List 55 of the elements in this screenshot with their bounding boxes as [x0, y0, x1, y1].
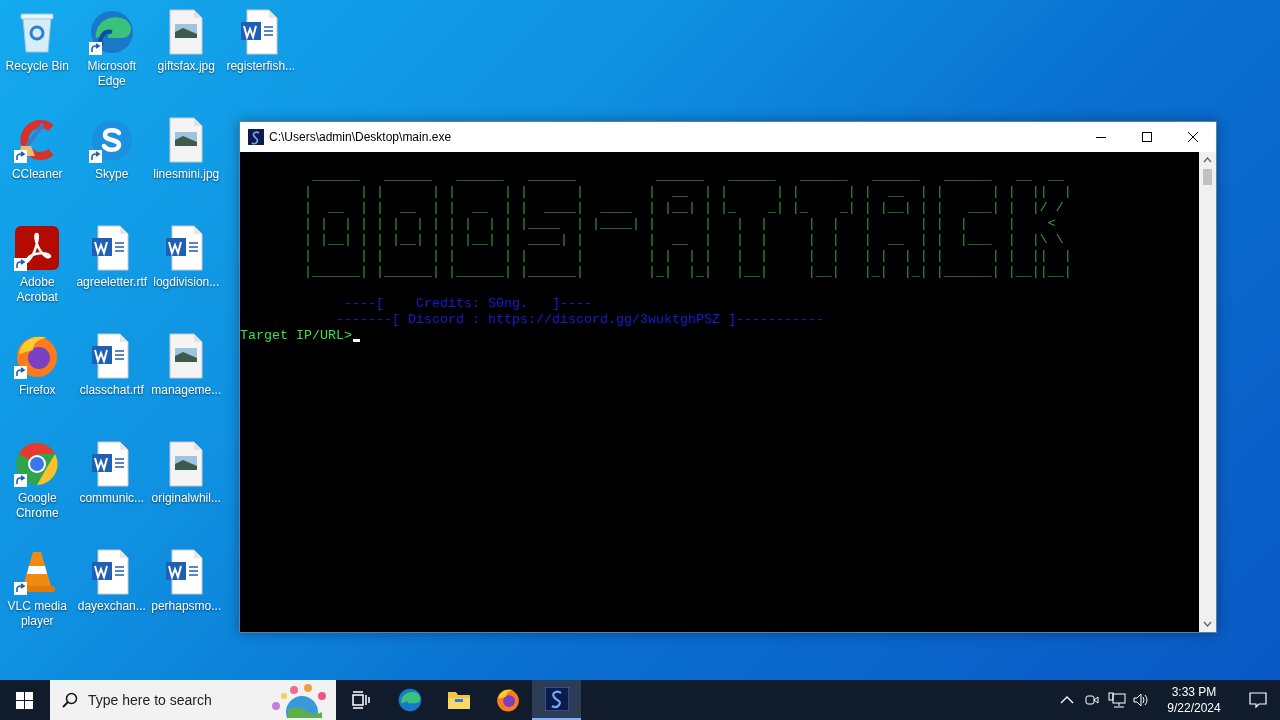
desktop-icon-label[interactable]: Microsoft Edge: [74, 59, 149, 89]
desktop-icon-label[interactable]: communic...: [74, 491, 149, 506]
clock-time: 3:33 PM: [1171, 684, 1217, 700]
ascii-banner-line: |______| |______| |______| |______| |_| |_| |__| |__| |_| |_| |______| |__||__|: [303, 264, 1072, 280]
desktop-icon-label[interactable]: logdivision...: [149, 275, 224, 290]
window-title: C:\Users\admin\Desktop\main.exe: [269, 129, 453, 146]
desktop-icon-label[interactable]: classchat.rtf: [74, 383, 149, 398]
camera-icon[interactable]: [1084, 692, 1100, 708]
ascii-banner-line: | __ | | __ | | __ | | ____| ____ | |__| | |_ _| |_ _| | |__| | | ___| | |/ /: [303, 200, 1064, 216]
folder-icon: [446, 689, 471, 711]
scroll-thumb[interactable]: [1203, 169, 1212, 185]
desktop-icon-label[interactable]: linesmini.jpg: [149, 167, 224, 182]
chevron-up-icon[interactable]: [1060, 695, 1074, 705]
desktop-icon-label[interactable]: dayexchan...: [74, 599, 149, 614]
search-icon: [62, 692, 78, 708]
clock-date: 9/22/2024: [1167, 700, 1221, 716]
maximize-icon: [1142, 132, 1152, 142]
ascii-banner-line: | | | | | | | | | __ | | | | | | __ | | | | || |: [303, 184, 1072, 200]
edge-icon: [396, 687, 423, 713]
desktop-icon-label[interactable]: manageme...: [149, 383, 224, 398]
firefox-icon: [494, 687, 521, 713]
desktop-icon-label[interactable]: perhapsmo...: [149, 599, 224, 614]
clock[interactable]: 3:33 PM 9/22/2024: [1158, 680, 1230, 720]
scrollbar[interactable]: [1199, 152, 1216, 632]
ascii-banner-line: | | | | | | | | | | | | | | | | | | | | | | | || |: [303, 248, 1072, 264]
desktop-icon-label[interactable]: originalwhil...: [149, 491, 224, 506]
desktop-icon-label[interactable]: Recycle Bin: [0, 59, 75, 74]
desktop-icon-label[interactable]: Skype: [74, 167, 149, 182]
desktop-icon-label[interactable]: VLC media player: [0, 599, 75, 629]
desktop-icon-label[interactable]: Google Chrome: [0, 491, 75, 521]
taskbar-app-button[interactable]: [532, 680, 581, 720]
search-placeholder: Type here to search: [88, 690, 213, 710]
windows-logo-icon: [15, 691, 33, 709]
desktop-icon-label[interactable]: Adobe Acrobat: [0, 275, 75, 305]
volume-icon[interactable]: [1132, 692, 1150, 708]
search-field[interactable]: Type here to search: [50, 680, 336, 720]
ascii-banner-line: ______ ______ ______ ______ ______ ______ ______ ______ ______ __ __: [310, 168, 1064, 184]
app-icon: [248, 129, 264, 145]
network-icon[interactable]: [1108, 692, 1126, 708]
console-text: ----[ Credits: S0ng. ]----: [342, 296, 592, 312]
desktop-icon-label[interactable]: CCleaner: [0, 167, 75, 182]
desktop-icon-label[interactable]: Firefox: [0, 383, 75, 398]
desktop-icon-label[interactable]: giftsfax.jpg: [149, 59, 224, 74]
ascii-banner-line: | | | | | | | | | | | | |____ | |____| | | | | | | | | | | | <: [303, 216, 1056, 232]
console-prompt: Target IP/URL>: [240, 328, 352, 344]
app-icon: [544, 687, 569, 711]
console-text: -------[ Discord : https://discord.gg/3wuktghPSZ ]-----------: [334, 312, 824, 328]
desktop-icon-label[interactable]: agreeletter.rtf: [74, 275, 149, 290]
acrobat-icon[interactable]: [13, 224, 62, 272]
close-icon: [1188, 132, 1198, 142]
ascii-banner-line: | |__| | | |__| | | |__| | ____| | | __ | | | | | | __ | | |___ | |\ \: [303, 232, 1064, 248]
desktop-icon-label[interactable]: registerfish...: [223, 59, 298, 74]
notification-icon: [1249, 691, 1267, 709]
task-view-icon: [350, 691, 371, 709]
text-cursor: [353, 339, 360, 342]
